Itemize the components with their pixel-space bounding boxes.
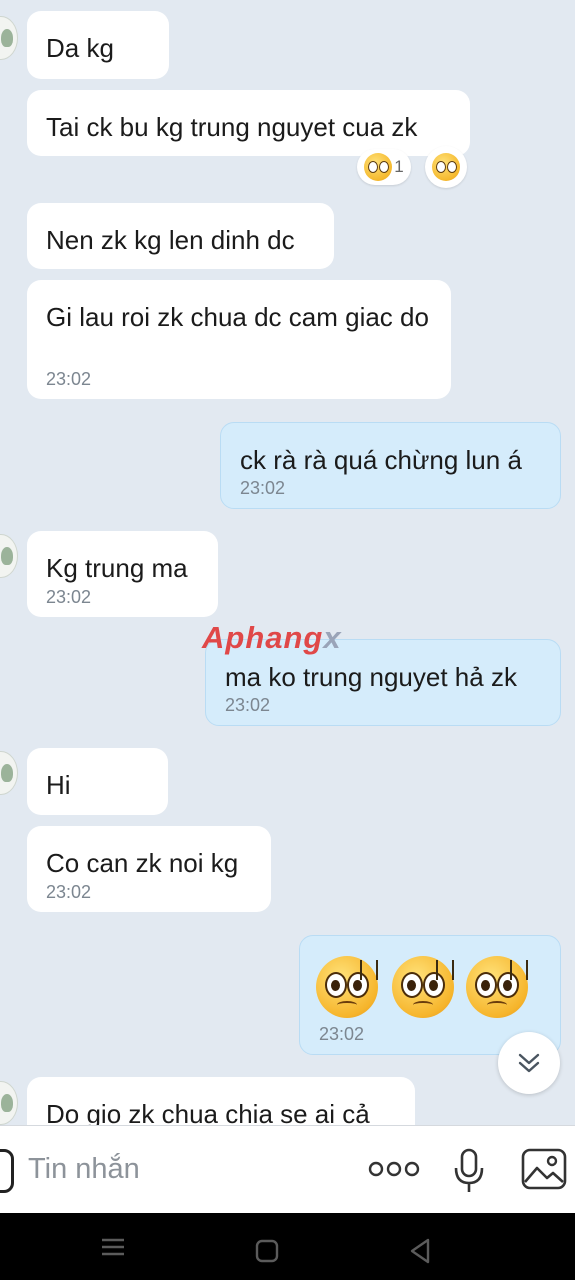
message-time: 23:02 xyxy=(46,882,92,902)
contact-avatar[interactable] xyxy=(0,1081,18,1125)
surprised-emoji-icon xyxy=(364,153,393,181)
sweating-face-emoji-icon xyxy=(392,956,454,1018)
add-reaction-button[interactable] xyxy=(425,146,467,188)
message-text: Do gio zk chua chia se ai cả xyxy=(46,1099,370,1125)
message-time: 23:02 xyxy=(46,587,92,607)
message-time: 23:02 xyxy=(240,478,286,498)
sticker-icon[interactable] xyxy=(0,1149,14,1193)
message-bubble[interactable]: Tai ck bu kg trung nguyet cua zk xyxy=(27,90,470,156)
chat-area[interactable]: Da kg Tai ck bu kg trung nguyet cua zk 1… xyxy=(0,0,575,1125)
image-icon[interactable] xyxy=(521,1148,567,1190)
message-text: ck rà rà quá chừng lun á xyxy=(240,445,522,475)
message-text: Nen zk kg len dinh dc xyxy=(46,225,295,255)
scroll-down-button[interactable] xyxy=(498,1032,560,1094)
reaction-count: 1 xyxy=(394,157,404,176)
message-bubble[interactable]: Hi xyxy=(27,748,168,815)
back-icon[interactable] xyxy=(408,1237,432,1265)
message-bubble[interactable]: Co can zk noi kg 23:02 xyxy=(27,826,271,912)
menu-icon[interactable] xyxy=(100,1237,126,1257)
microphone-icon[interactable] xyxy=(452,1148,486,1194)
message-text: Gi lau roi zk chua dc cam giac do xyxy=(46,302,429,332)
message-text: Tai ck bu kg trung nguyet cua zk xyxy=(46,112,418,142)
home-icon[interactable] xyxy=(255,1239,279,1263)
message-bubble-outgoing[interactable]: ck rà rà quá chừng lun á 23:02 xyxy=(220,422,561,509)
more-dots-icon[interactable] xyxy=(368,1160,420,1178)
message-bubble[interactable]: Do gio zk chua chia se ai cả xyxy=(27,1077,415,1125)
sweating-face-emoji-icon xyxy=(466,956,528,1018)
message-bubble[interactable]: Da kg xyxy=(27,11,169,79)
system-navigation-bar xyxy=(0,1213,575,1280)
message-bubble[interactable]: Kg trung ma 23:02 xyxy=(27,531,218,617)
message-time: 23:02 xyxy=(319,1024,365,1044)
contact-avatar[interactable] xyxy=(0,534,18,578)
message-bubble[interactable]: Gi lau roi zk chua dc cam giac do 23:02 xyxy=(27,280,451,399)
message-input[interactable]: Tin nhắn xyxy=(28,1153,140,1186)
message-composer: Tin nhắn xyxy=(0,1125,575,1214)
reaction-summary[interactable]: 1 xyxy=(357,149,411,185)
message-time: 23:02 xyxy=(46,369,92,389)
contact-avatar[interactable] xyxy=(0,751,18,795)
message-text: Da kg xyxy=(46,33,114,63)
message-text: Co can zk noi kg xyxy=(46,848,239,878)
contact-avatar[interactable] xyxy=(0,16,18,60)
message-time: 23:02 xyxy=(225,695,271,715)
message-text: Kg trung ma xyxy=(46,553,188,583)
sweating-face-emoji-icon xyxy=(316,956,378,1018)
message-bubble[interactable]: Nen zk kg len dinh dc xyxy=(27,203,334,269)
message-text: ma ko trung nguyet hả zk xyxy=(225,662,517,692)
double-chevron-down-icon xyxy=(518,1053,540,1073)
message-text: Hi xyxy=(46,770,71,800)
surprised-emoji-icon xyxy=(432,153,460,181)
watermark-logo: Aphangx xyxy=(202,620,342,655)
